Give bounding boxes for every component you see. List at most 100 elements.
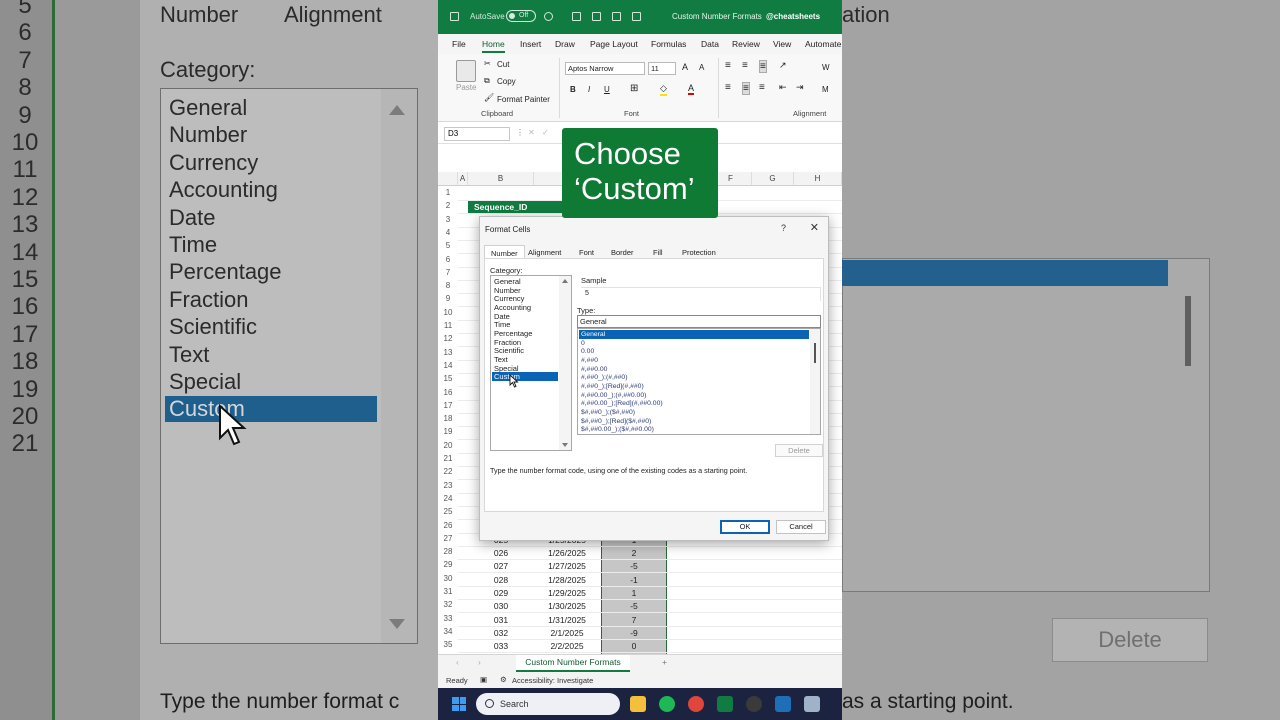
type-option[interactable]: 0 [579, 339, 809, 348]
tab-automate[interactable]: Automate [805, 39, 841, 49]
row-number[interactable]: 35 [438, 640, 458, 649]
category-item-percentage[interactable]: Percentage [492, 329, 558, 338]
type-scrollbar[interactable] [810, 329, 820, 434]
calculator-icon[interactable] [804, 696, 820, 712]
font-color-icon[interactable]: A [688, 83, 695, 95]
row-number[interactable]: 28 [438, 547, 458, 556]
name-box[interactable]: D3 [444, 127, 510, 141]
tab-file[interactable]: File [452, 39, 466, 49]
cancel-formula-icon[interactable]: ✕ [528, 128, 535, 137]
row-number[interactable]: 1 [438, 188, 458, 197]
cell-sequence-id[interactable]: 027 [468, 561, 534, 571]
cell-sequence-id[interactable]: 026 [468, 548, 534, 558]
wrap-text-button[interactable]: W [822, 63, 830, 72]
type-option[interactable]: #,##0.00_);(#,##0.00) [579, 391, 809, 400]
format-painter-icon[interactable]: 🖌 [484, 93, 494, 102]
scroll-down-icon[interactable] [562, 443, 568, 447]
row-number[interactable]: 13 [438, 348, 458, 357]
row-number[interactable]: 14 [438, 361, 458, 370]
copy-button[interactable]: Copy [497, 77, 516, 86]
type-option[interactable]: #,##0_);(#,##0) [579, 373, 809, 382]
shrink-font-icon[interactable]: A [699, 63, 704, 72]
cell-date[interactable]: 2/1/2025 [534, 628, 600, 638]
open-file-icon[interactable] [632, 12, 641, 21]
column-header-g[interactable]: G [752, 172, 794, 186]
align-middle-icon[interactable]: ≡ [742, 60, 748, 71]
cell-sequence-id[interactable]: 029 [468, 588, 534, 598]
ok-button[interactable]: OK [720, 520, 770, 534]
type-option[interactable]: 0.00 [579, 347, 809, 356]
cancel-button[interactable]: Cancel [776, 520, 826, 534]
category-item-number[interactable]: Number [492, 286, 558, 295]
row-number[interactable]: 2 [438, 201, 458, 210]
font-name-select[interactable]: Aptos Narrow [565, 62, 645, 75]
category-item-fraction[interactable]: Fraction [492, 338, 558, 347]
category-item-time[interactable]: Time [492, 320, 558, 329]
new-file-icon[interactable] [612, 12, 621, 21]
row-number[interactable]: 27 [438, 534, 458, 543]
sheet-tab-custom-number-formats[interactable]: Custom Number Formats [516, 655, 630, 672]
accessibility-status[interactable]: Accessibility: Investigate [512, 676, 593, 685]
row-number[interactable]: 17 [438, 401, 458, 410]
add-sheet-icon[interactable]: + [662, 657, 667, 667]
type-option[interactable]: $#,##0_);($#,##0) [579, 408, 809, 417]
fill-color-icon[interactable]: ◇ [660, 83, 667, 96]
enter-formula-icon[interactable]: ✓ [542, 128, 549, 137]
cell-value[interactable]: 1 [601, 588, 667, 598]
row-number[interactable]: 30 [438, 574, 458, 583]
excel-taskbar-icon[interactable] [717, 696, 733, 712]
row-number[interactable]: 11 [438, 321, 458, 330]
row-number[interactable]: 9 [438, 294, 458, 303]
dialog-tab-protection[interactable]: Protection [682, 248, 716, 257]
type-option[interactable]: $#,##0_);[Red]($#,##0) [579, 417, 809, 426]
cell-value[interactable]: -5 [601, 561, 667, 571]
align-right-icon[interactable]: ≡ [759, 82, 765, 93]
cell-value[interactable]: 7 [601, 615, 667, 625]
paste-label[interactable]: Paste [456, 83, 476, 92]
row-number[interactable]: 7 [438, 268, 458, 277]
cell-date[interactable]: 1/26/2025 [534, 548, 600, 558]
row-number[interactable]: 32 [438, 600, 458, 609]
row-number[interactable]: 24 [438, 494, 458, 503]
row-number[interactable]: 26 [438, 521, 458, 530]
tab-draw[interactable]: Draw [555, 39, 575, 49]
taskbar-search[interactable]: Search [476, 693, 620, 715]
format-painter-button[interactable]: Format Painter [497, 95, 550, 104]
cell-value[interactable]: -5 [601, 601, 667, 611]
type-input[interactable]: General [577, 315, 821, 328]
align-left-icon[interactable]: ≡ [725, 82, 731, 93]
row-number[interactable]: 10 [438, 308, 458, 317]
delete-button[interactable]: Delete [775, 444, 823, 457]
tab-view[interactable]: View [773, 39, 791, 49]
row-number[interactable]: 33 [438, 614, 458, 623]
row-number[interactable]: 6 [438, 255, 458, 264]
app-icon[interactable] [775, 696, 791, 712]
dialog-tab-alignment[interactable]: Alignment [528, 248, 561, 257]
cell-sequence-id[interactable]: 028 [468, 575, 534, 585]
cell-sequence-id[interactable]: 033 [468, 641, 534, 651]
cell-sequence-id[interactable]: 030 [468, 601, 534, 611]
underline-icon[interactable]: U [604, 85, 610, 94]
type-option[interactable]: #,##0_);[Red](#,##0) [579, 382, 809, 391]
type-option[interactable]: #,##0 [579, 356, 809, 365]
tab-home[interactable]: Home [482, 39, 505, 53]
italic-icon[interactable]: I [588, 85, 590, 94]
row-number[interactable]: 25 [438, 507, 458, 516]
decrease-indent-icon[interactable]: ⇤ [779, 82, 787, 93]
dialog-tab-border[interactable]: Border [611, 248, 634, 257]
file-explorer-icon[interactable] [630, 696, 646, 712]
row-number[interactable]: 21 [438, 454, 458, 463]
cell-value[interactable]: 2 [601, 548, 667, 558]
row-number[interactable]: 20 [438, 441, 458, 450]
cut-button[interactable]: Cut [497, 60, 509, 69]
edit-icon[interactable] [592, 12, 601, 21]
bold-icon[interactable]: B [570, 85, 576, 94]
category-list[interactable]: General Number Currency Accounting Date Time P… [490, 275, 572, 451]
increase-indent-icon[interactable]: ⇥ [796, 82, 804, 93]
row-number[interactable]: 16 [438, 388, 458, 397]
copy-icon[interactable]: ⧉ [484, 76, 490, 86]
row-number[interactable]: 19 [438, 427, 458, 436]
spotify-icon[interactable] [659, 696, 675, 712]
column-header-h[interactable]: H [794, 172, 842, 186]
row-number[interactable]: 29 [438, 560, 458, 569]
